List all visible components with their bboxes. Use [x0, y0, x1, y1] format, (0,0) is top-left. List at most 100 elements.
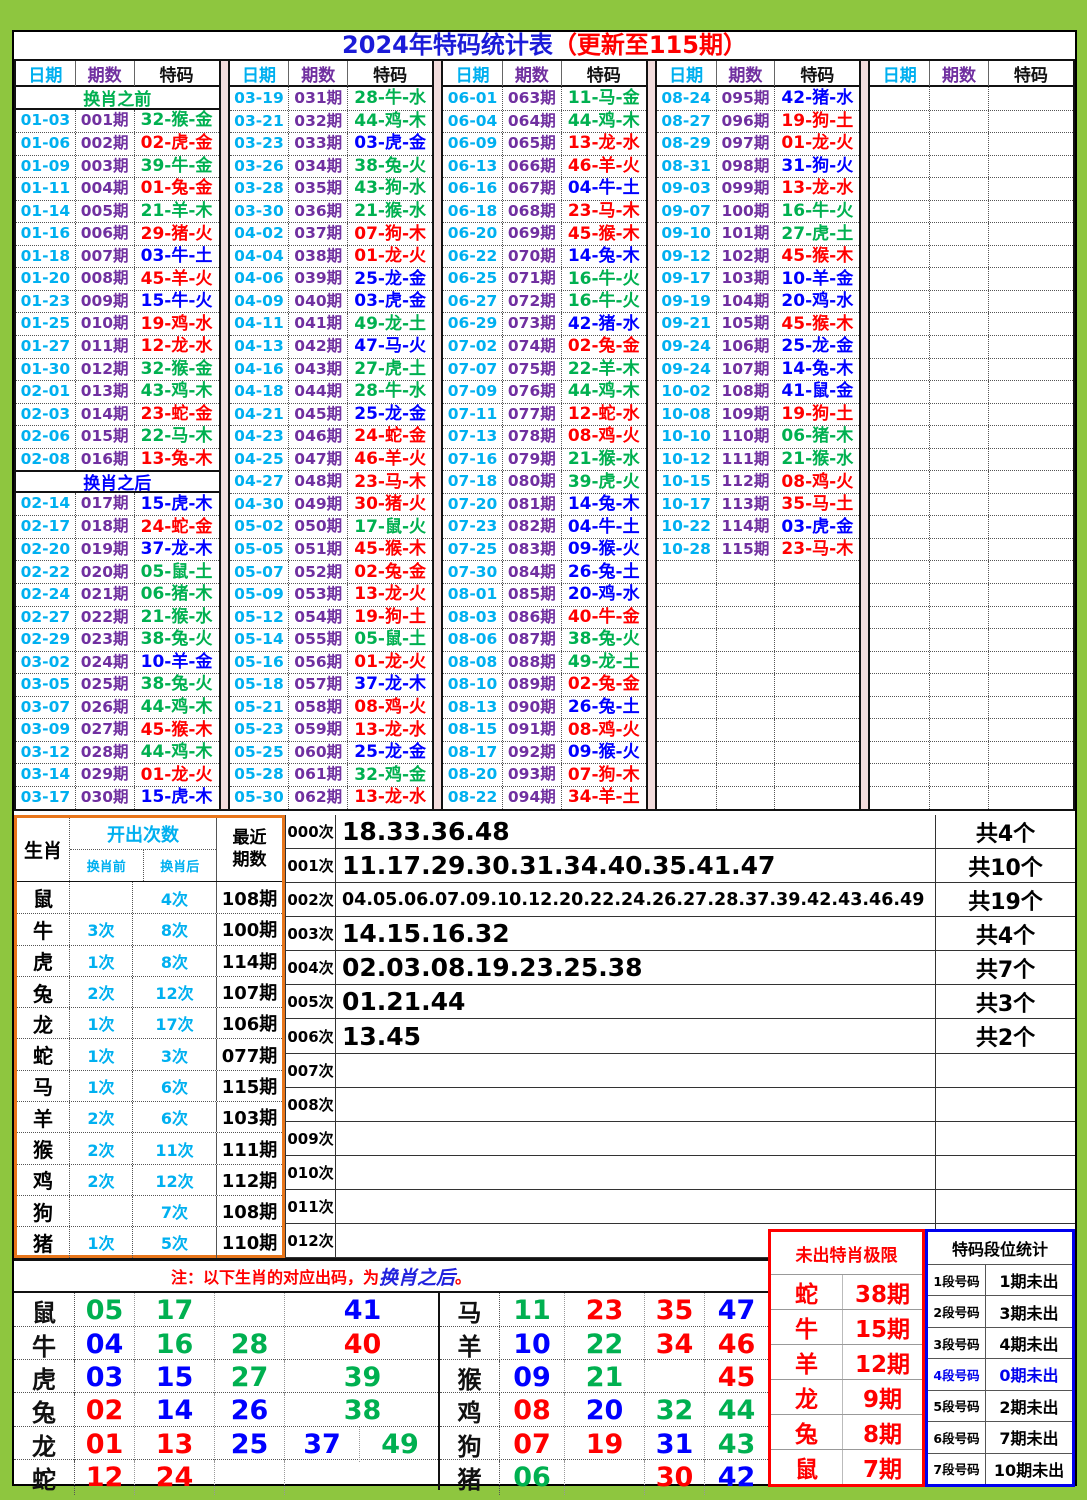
result-issue: 013期	[75, 381, 134, 403]
map-number	[215, 1293, 285, 1328]
result-code: 24-蛇-金	[347, 426, 432, 448]
result-issue	[929, 697, 988, 719]
count-after: 4次	[133, 882, 217, 913]
result-issue: 081期	[502, 494, 561, 516]
frequency-label: 007次	[285, 1054, 336, 1087]
result-code	[988, 133, 1073, 155]
result-date: 05-18	[230, 674, 289, 696]
segment-value: 3期未出	[986, 1296, 1072, 1326]
result-row: 10-15112期08-鸡-火	[657, 470, 860, 493]
result-row: 01-14005期21-羊-木	[16, 200, 219, 223]
frequency-numbers: 02.03.08.19.23.25.38	[336, 951, 936, 984]
result-row: 09-24107期14-兔-木	[657, 358, 860, 381]
count-before: 3次	[70, 914, 133, 944]
result-row: 04-18044期28-牛-水	[230, 380, 433, 403]
result-issue: 016期	[75, 449, 134, 471]
note-line: 注：以下生肖的对应出码，为换肖之后。	[14, 1261, 768, 1291]
result-issue: 036期	[288, 201, 347, 223]
result-code: 38-兔-火	[561, 629, 646, 651]
result-code	[988, 336, 1073, 358]
segment-value: 7期未出	[986, 1422, 1072, 1452]
result-code: 34-羊-土	[561, 787, 646, 809]
result-row: 08-15091期08-鸡-火	[443, 718, 646, 741]
result-issue: 015期	[75, 426, 134, 448]
result-row: 06-13066期46-羊-火	[443, 155, 646, 178]
result-issue: 085期	[502, 584, 561, 606]
empty-row	[657, 583, 860, 606]
result-issue: 073期	[502, 313, 561, 335]
result-date: 04-06	[230, 268, 289, 290]
result-row: 02-20019期37-龙-木	[16, 538, 219, 561]
results-column-group: 日期期数特码08-24095期42-猪-水08-27096期19-狗-土08-2…	[655, 59, 862, 811]
missing-limit-row: 兔8期	[771, 1414, 922, 1449]
result-issue: 082期	[502, 516, 561, 538]
segment-row: 4段号码0期未出	[928, 1358, 1072, 1389]
result-row: 06-01063期11-马-金	[443, 87, 646, 110]
result-issue	[716, 742, 775, 764]
result-issue: 071期	[502, 268, 561, 290]
result-code: 44-鸡-木	[134, 742, 219, 764]
result-row: 01-06002期02-虎-金	[16, 132, 219, 155]
result-date: 09-24	[657, 359, 716, 381]
result-row: 07-11077期12-蛇-水	[443, 403, 646, 426]
result-date: 06-13	[443, 156, 502, 178]
map-number: 26	[215, 1393, 285, 1428]
result-date: 05-09	[230, 584, 289, 606]
frequency-row: 009次	[285, 1122, 1075, 1156]
zodiac-map-row: 蛇1224	[14, 1459, 438, 1492]
result-date: 05-16	[230, 652, 289, 674]
result-issue: 112期	[716, 471, 775, 493]
date-header: 日期	[443, 61, 502, 86]
result-issue	[716, 584, 775, 606]
result-row: 04-06039期25-龙-金	[230, 267, 433, 290]
frequency-numbers: 14.15.16.32	[336, 917, 936, 950]
result-code: 43-鸡-木	[134, 381, 219, 403]
map-number: 15	[135, 1360, 215, 1395]
column-separator	[221, 59, 228, 811]
result-code	[774, 652, 859, 674]
map-zodiac: 鸡	[440, 1393, 500, 1428]
result-row: 08-27096期19-狗-土	[657, 110, 860, 133]
result-row: 01-11004期01-兔-金	[16, 177, 219, 200]
result-issue: 067期	[502, 178, 561, 200]
issue-header: 期数	[716, 61, 775, 86]
result-code: 39-虎-火	[561, 471, 646, 493]
recent-issue-header: 最近 期数	[217, 818, 282, 881]
result-date: 02-06	[16, 426, 75, 448]
result-code: 22-马-木	[134, 426, 219, 448]
result-row: 08-08088期49-龙-土	[443, 651, 646, 674]
result-issue	[929, 426, 988, 448]
result-issue: 045期	[288, 404, 347, 426]
result-date: 09-07	[657, 201, 716, 223]
map-number: 02	[75, 1393, 135, 1428]
result-code: 19-狗-土	[347, 607, 432, 629]
result-date	[870, 764, 929, 786]
frequency-numbers	[336, 1122, 936, 1155]
result-row: 01-23009期15-牛-火	[16, 290, 219, 313]
result-code	[988, 313, 1073, 335]
missing-periods: 15期	[843, 1310, 922, 1344]
map-zodiac: 狗	[440, 1427, 500, 1462]
result-date: 04-02	[230, 223, 289, 245]
result-code: 26-兔-土	[561, 697, 646, 719]
result-row: 02-27022期21-猴-水	[16, 606, 219, 629]
result-row: 06-09065期13-龙-水	[443, 132, 646, 155]
result-issue: 115期	[716, 539, 775, 561]
frequency-row: 006次13.45共2个	[285, 1019, 1075, 1053]
result-issue: 092期	[502, 742, 561, 764]
code-header: 特码	[347, 61, 432, 86]
column-separator	[861, 59, 868, 811]
result-code: 42-猪-水	[561, 313, 646, 335]
code-header: 特码	[774, 61, 859, 86]
result-row: 03-02024期10-羊-金	[16, 651, 219, 674]
result-date: 08-31	[657, 156, 716, 178]
column-separator	[648, 59, 655, 811]
result-issue: 056期	[288, 652, 347, 674]
empty-row	[870, 290, 1073, 313]
zodiac-map-row: 龙0113253749	[14, 1426, 438, 1459]
result-code: 19-鸡-水	[134, 313, 219, 335]
count-before: 2次	[70, 1102, 133, 1132]
result-date: 10-28	[657, 539, 716, 561]
result-code: 35-马-土	[774, 494, 859, 516]
result-issue: 012期	[75, 359, 134, 381]
